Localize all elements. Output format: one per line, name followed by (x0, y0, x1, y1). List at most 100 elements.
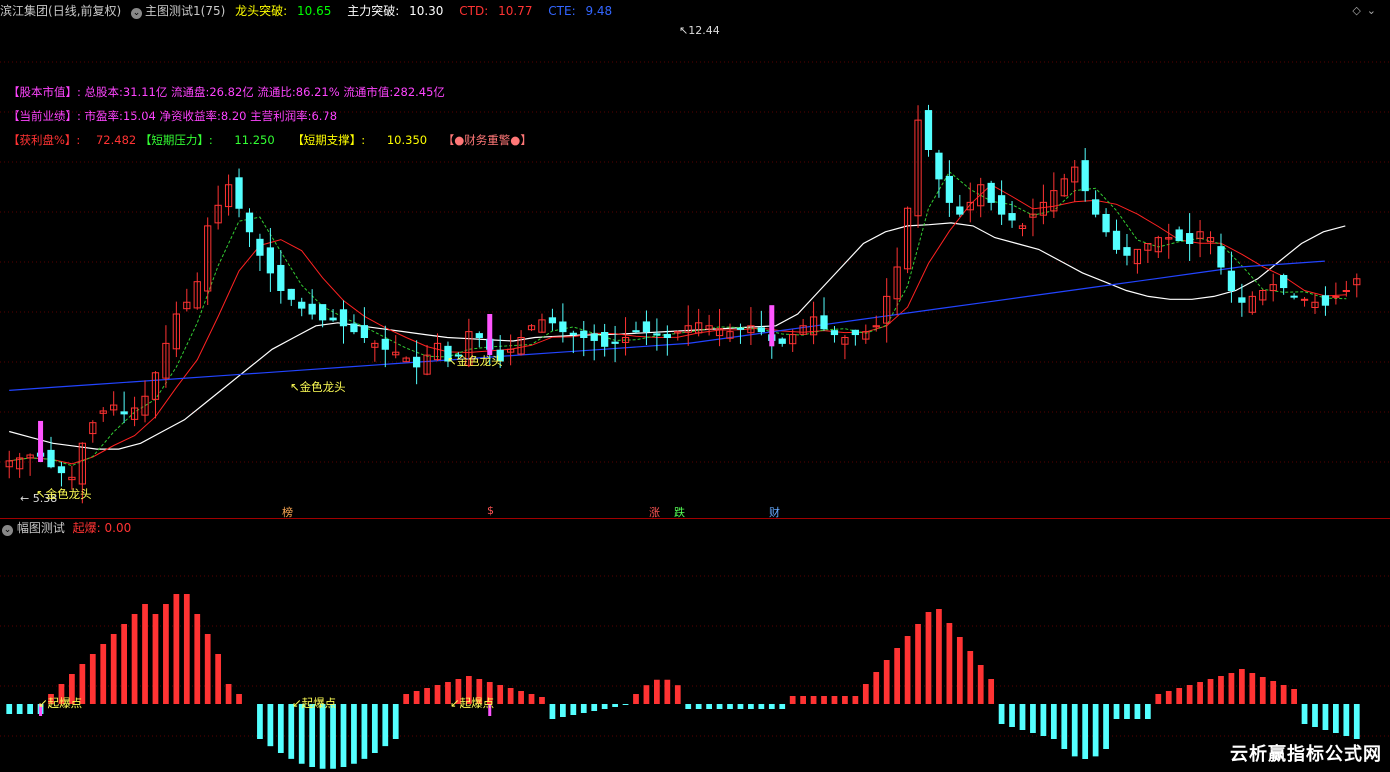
candle-body (924, 110, 933, 150)
subchart-title[interactable]: 幅图测试 (17, 521, 65, 535)
candle-body (830, 330, 839, 336)
candle-body (1321, 295, 1330, 306)
candle (601, 323, 609, 357)
candle (120, 391, 128, 424)
candle (674, 330, 682, 341)
candle (287, 288, 295, 306)
candle (1071, 159, 1079, 203)
candle-body (245, 212, 254, 233)
candle-body (277, 264, 285, 291)
candle (997, 180, 1006, 225)
candle-body (381, 338, 389, 350)
candle (862, 324, 870, 344)
candles (5, 104, 1361, 504)
candle (956, 194, 964, 217)
main-price-chart[interactable] (0, 22, 1390, 518)
candle-body (329, 317, 337, 321)
candle-body (1280, 275, 1288, 289)
candle (89, 420, 97, 443)
candle (266, 227, 275, 292)
stock-name[interactable]: 滨江集团 (0, 4, 48, 18)
candle (381, 325, 389, 368)
candle (245, 208, 254, 248)
candle-body (642, 321, 651, 333)
candle-body (987, 182, 995, 203)
sub-indicator-chart[interactable] (0, 536, 1390, 772)
candle-body (1217, 246, 1225, 268)
candle-body (663, 334, 671, 338)
candle (412, 340, 421, 385)
subchart-label: 起爆: (72, 521, 101, 535)
candle (757, 310, 765, 336)
candle (924, 104, 933, 157)
candle (57, 461, 66, 487)
candle-body (256, 238, 264, 256)
header-right-icons[interactable]: ◇⌄ (1352, 4, 1382, 17)
candle (1259, 289, 1267, 306)
candle-body (956, 206, 964, 215)
candle (747, 307, 755, 346)
candle-body (318, 304, 327, 321)
signal-candle (487, 314, 493, 356)
signal-candle (38, 420, 44, 463)
candle (977, 177, 985, 218)
candle (1039, 184, 1048, 225)
candle (987, 180, 995, 211)
candle-body (57, 466, 66, 474)
candle-body (287, 288, 295, 300)
subchart-dropdown-icon[interactable]: ⌄ (2, 525, 13, 536)
candle (809, 301, 818, 345)
candle (1008, 201, 1016, 228)
indicator-name[interactable]: 主图测试1(75) (145, 4, 225, 18)
candle (26, 453, 34, 476)
candle (527, 324, 536, 332)
signal-golden-dragon: ↖金色龙头 (290, 380, 346, 394)
candle (423, 344, 431, 376)
ma-red-line (9, 184, 1347, 465)
candle (130, 396, 139, 427)
candle-body (736, 327, 745, 330)
candle (1091, 190, 1100, 218)
candle-body (945, 175, 954, 203)
subchart-value: 0.00 (104, 521, 132, 535)
ma-green-line (9, 171, 1347, 467)
signal-candle (769, 305, 775, 347)
main-grid (0, 61, 1390, 463)
candle (1248, 291, 1256, 315)
candle (99, 407, 107, 422)
candle-body (475, 333, 483, 338)
candle (966, 182, 974, 223)
candle-body (1238, 297, 1246, 303)
chevron-down-icon[interactable]: ⌄ (1367, 4, 1382, 17)
signal-golden-dragon: ↖金色龙头 (447, 354, 503, 368)
candle (1186, 213, 1194, 261)
candle (1321, 286, 1330, 316)
candle (590, 324, 598, 361)
candle-body (47, 449, 55, 468)
candle-body (1081, 160, 1089, 192)
high-price-label: ↖12.44 (679, 24, 720, 37)
candle (402, 356, 410, 363)
candle-body (298, 301, 306, 309)
diamond-icon[interactable]: ◇ (1352, 4, 1366, 17)
candle (339, 300, 348, 344)
candle (1227, 251, 1236, 303)
candle-body (935, 152, 943, 180)
candle (204, 217, 212, 305)
candle-body (601, 332, 609, 347)
candle-body (997, 195, 1006, 215)
candle (851, 329, 859, 346)
candle (360, 307, 369, 343)
candle (162, 325, 170, 388)
candle (684, 305, 692, 346)
candle (1342, 280, 1350, 297)
header-item-dragon-breakout: 龙头突破: 10.65 (235, 4, 332, 18)
candle (392, 335, 400, 359)
indicator-dropdown-icon[interactable]: ⌄ (131, 8, 143, 19)
candle-body (1123, 247, 1131, 256)
event-marker-dollar[interactable]: $ (487, 504, 494, 517)
candle (110, 391, 118, 416)
pane-divider[interactable] (0, 518, 1390, 519)
candle (517, 330, 525, 356)
candle-body (308, 303, 316, 315)
